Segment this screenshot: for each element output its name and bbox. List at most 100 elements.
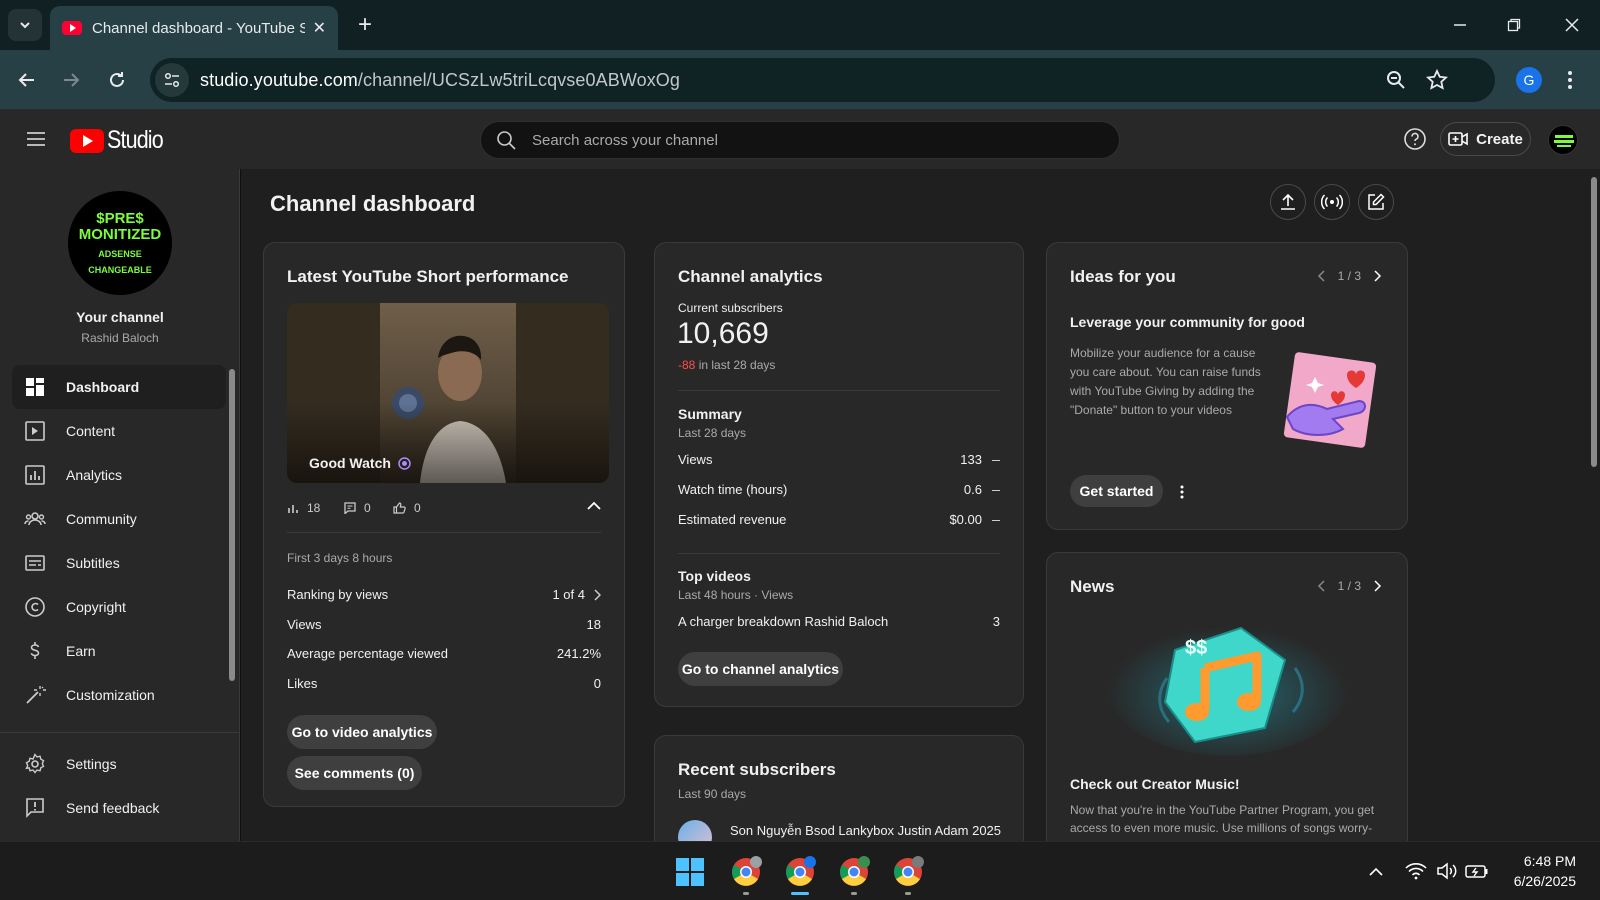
sidebar-item-earn[interactable]: Earn (12, 629, 226, 673)
idea-heading: Leverage your community for good (1070, 314, 1305, 330)
close-window-button[interactable] (1552, 10, 1592, 40)
tab-close-icon[interactable]: ✕ (313, 18, 326, 38)
create-post-button[interactable] (1358, 184, 1394, 220)
get-started-button[interactable]: Get started (1070, 475, 1163, 507)
upload-icon (1281, 193, 1295, 210)
channel-avatar[interactable]: $PRE$ MONITIZED ADSENSE CHANGEABLE (68, 191, 172, 295)
short-likes-count: 0 (414, 501, 421, 515)
forward-button[interactable] (56, 65, 86, 95)
sidebar-item-content[interactable]: Content (12, 409, 226, 453)
views-label: Views (287, 617, 322, 632)
sidebar-item-send-feedback[interactable]: Send feedback (12, 786, 226, 830)
sidebar-item-community[interactable]: Community (12, 497, 226, 541)
battery-icon[interactable] (1465, 863, 1489, 879)
sidebar-item-copyright[interactable]: Copyright (12, 585, 226, 629)
bookmark-star-icon[interactable] (1426, 69, 1448, 91)
channel-logo-icon (1554, 135, 1574, 147)
chevron-up-icon[interactable] (586, 498, 602, 514)
ranking-row[interactable]: Ranking by views 1 of 4 (287, 587, 601, 602)
news-pager: 1 / 3 (1316, 579, 1383, 593)
short-likes-stat: 0 (393, 501, 421, 515)
chrome-icon[interactable] (892, 856, 924, 888)
sidebar-item-dashboard[interactable]: Dashboard (12, 365, 226, 409)
chrome-icon[interactable] (838, 856, 870, 888)
short-comments-stat: 0 (344, 501, 371, 515)
page-title: Channel dashboard (270, 191, 476, 216)
top-video-title: A charger breakdown Rashid Baloch (678, 614, 889, 629)
avg-viewed-row: Average percentage viewed 241.2% (287, 646, 601, 661)
chevron-up-icon[interactable] (1368, 866, 1384, 878)
short-thumbnail[interactable]: Good Watch (287, 303, 609, 483)
chevron-right-icon[interactable] (1373, 269, 1383, 283)
zoom-icon[interactable] (1386, 70, 1406, 90)
site-info-button[interactable] (155, 63, 189, 97)
sidebar-item-analytics[interactable]: Analytics (12, 453, 226, 497)
tune-icon (164, 72, 180, 88)
short-title-overlay: Good Watch (309, 455, 411, 471)
studio-logo[interactable]: Studio (70, 126, 172, 155)
upload-button[interactable] (1270, 184, 1306, 220)
customization-icon (26, 686, 46, 704)
account-avatar[interactable] (1548, 125, 1578, 155)
create-button[interactable]: Create (1440, 122, 1531, 156)
sidebar-item-subtitles[interactable]: Subtitles (12, 541, 226, 585)
see-comments-button[interactable]: See comments (0) (287, 756, 422, 790)
sidebar-item-label: Settings (66, 756, 117, 772)
address-bar[interactable]: studio.youtube.com/channel/UCSzLw5triLcq… (150, 58, 1495, 102)
idea-body: Mobilize your audience for a cause you c… (1070, 346, 1261, 417)
browser-toolbar: studio.youtube.com/channel/UCSzLw5triLcq… (0, 50, 1600, 109)
os-taskbar: 6:48 PM 6/26/2025 (0, 841, 1600, 900)
avatar-text-2: MONITIZED (78, 226, 162, 243)
divider (678, 553, 1000, 554)
logo-text: Studio (107, 126, 164, 154)
chrome-icon[interactable] (730, 856, 762, 888)
new-tab-button[interactable]: + (352, 11, 378, 38)
subtitles-icon (25, 555, 45, 571)
chrome-icon[interactable] (784, 856, 816, 888)
search-bar[interactable] (480, 121, 1120, 159)
sidebar-item-label: Earn (66, 643, 96, 659)
top-video-row[interactable]: A charger breakdown Rashid Baloch 3 (678, 614, 1000, 629)
windows-start-icon[interactable] (674, 856, 706, 888)
browser-menu-button[interactable] (1560, 65, 1580, 95)
subscriber-avatar[interactable] (678, 820, 712, 841)
minimize-button[interactable] (1440, 10, 1480, 40)
studio-header: Studio Create (0, 109, 1600, 169)
browser-tab[interactable]: Channel dashboard - YouTube Studio ✕ (50, 6, 338, 50)
sidebar-scrollbar[interactable] (229, 369, 235, 681)
page-scrollbar[interactable] (1591, 177, 1597, 467)
help-icon[interactable] (1402, 126, 1428, 152)
url-host: studio.youtube.com (200, 69, 358, 90)
search-input[interactable] (532, 131, 1092, 149)
sidebar-item-label: Community (66, 511, 137, 527)
more-vert-icon[interactable] (1179, 484, 1185, 500)
chevron-left-icon[interactable] (1316, 579, 1326, 593)
volume-icon[interactable] (1436, 862, 1458, 880)
go-live-button[interactable] (1314, 184, 1350, 220)
sidebar-item-customization[interactable]: Customization (12, 673, 226, 717)
go-to-video-analytics-button[interactable]: Go to video analytics (287, 715, 437, 749)
pager-text: 1 / 3 (1337, 269, 1361, 283)
chevron-right-icon[interactable] (1373, 579, 1383, 593)
go-to-channel-analytics-button[interactable]: Go to channel analytics (678, 652, 843, 686)
wifi-icon[interactable] (1405, 862, 1427, 880)
live-icon (1321, 194, 1343, 210)
url-text[interactable]: studio.youtube.com/channel/UCSzLw5triLcq… (200, 70, 680, 91)
chevron-left-icon[interactable] (1316, 269, 1326, 283)
summary-period: Last 28 days (678, 426, 747, 440)
system-clock[interactable]: 6:48 PM 6/26/2025 (1500, 851, 1576, 891)
summary-row-revenue: Estimated revenue $0.00 (678, 512, 1000, 527)
summary-label: Views (678, 452, 713, 467)
browser-profile-avatar[interactable]: G (1516, 67, 1542, 93)
reload-button[interactable] (102, 65, 132, 95)
sidebar-item-settings[interactable]: Settings (12, 742, 226, 786)
menu-icon[interactable] (24, 127, 48, 151)
search-icon (497, 131, 516, 150)
restore-button[interactable] (1494, 10, 1534, 40)
close-icon (1565, 18, 1579, 32)
ranking-label: Ranking by views (287, 587, 389, 602)
back-button[interactable] (12, 65, 42, 95)
arrow-left-icon (18, 73, 34, 87)
subscriber-name[interactable]: Son Nguyễn Bsod Lankybox Justin Adam 202… (730, 823, 1001, 838)
tab-search-button[interactable] (8, 9, 42, 41)
